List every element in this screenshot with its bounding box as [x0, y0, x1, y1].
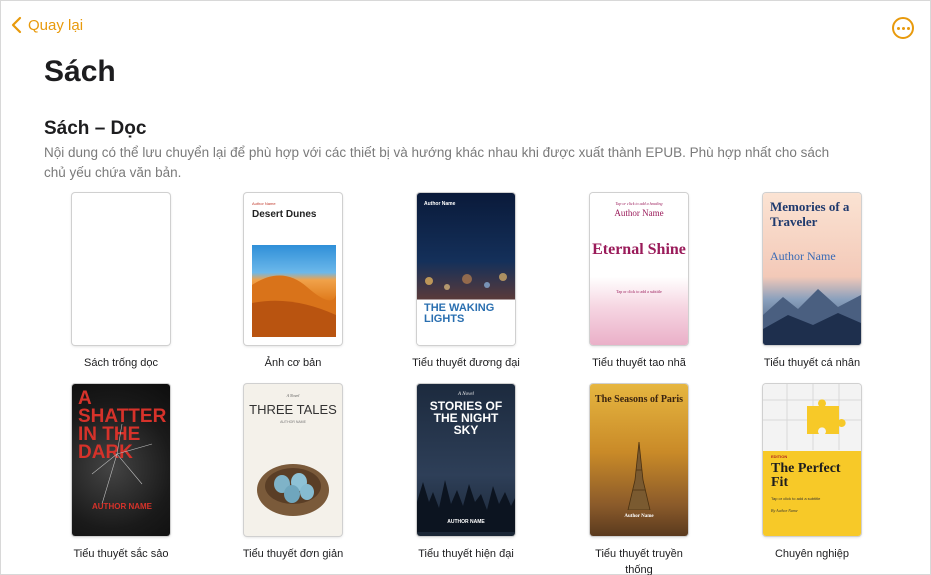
- template-cover: A SHATTER IN THE DARK AUTHOR NAME: [72, 384, 170, 536]
- template-elegant-novel[interactable]: Tap or click to add a heading Author Nam…: [554, 193, 724, 371]
- ellipsis-circle-icon[interactable]: [892, 17, 914, 39]
- template-cover: A Novel THREE TALES AUTHOR NAME: [244, 384, 342, 536]
- template-blank-portrait[interactable]: Sách trống dọc: [36, 193, 206, 371]
- template-professional[interactable]: EDITION The Perfect Fit Tap or click to …: [727, 384, 897, 562]
- page-title: Sách: [44, 55, 116, 88]
- template-cover: Author Name THE WAKING LIGHTS: [417, 193, 515, 345]
- template-traditional-novel[interactable]: The Seasons of Paris Author Name Tiểu th…: [554, 384, 724, 575]
- template-cover: Memories of a Traveler Author Name: [763, 193, 861, 345]
- top-bar: Quay lại: [1, 1, 931, 51]
- template-personal-novel[interactable]: Memories of a Traveler Author Name Tiểu …: [727, 193, 897, 371]
- desert-photo: [252, 245, 336, 337]
- back-label: Quay lại: [28, 16, 84, 34]
- template-label: Tiểu thuyết tao nhã: [592, 357, 686, 369]
- template-cover: EDITION The Perfect Fit Tap or click to …: [763, 384, 861, 536]
- template-basic-photo[interactable]: Author Name Desert Dunes Ảnh cơ bản: [208, 193, 378, 371]
- template-cover: [72, 193, 170, 345]
- template-edgy-novel[interactable]: A SHATTER IN THE DARK AUTHOR NAME Tiểu t…: [36, 384, 206, 562]
- template-simple-novel[interactable]: A Novel THREE TALES AUTHOR NAME Tiểu thu…: [208, 384, 378, 562]
- template-label: Tiểu thuyết đơn giản: [242, 548, 344, 560]
- template-cover: Tap or click to add a heading Author Nam…: [590, 193, 688, 345]
- template-label: Sách trống dọc: [84, 357, 158, 369]
- template-label: Tiểu thuyết hiện đại: [418, 548, 514, 560]
- section-description: Nội dung có thể lưu chuyển lại để phù hợ…: [44, 145, 830, 180]
- section-title: Sách – Dọc: [44, 118, 147, 139]
- template-label: Tiểu thuyết đương đại: [412, 357, 520, 369]
- template-label: Ảnh cơ bản: [264, 357, 322, 369]
- template-label: Tiểu thuyết sắc sảo: [73, 548, 169, 560]
- template-cover: Author Name Desert Dunes: [244, 193, 342, 345]
- template-contemporary-novel[interactable]: Author Name THE WAKING LIGHTS Tiểu thuyế…: [381, 193, 551, 371]
- template-label: Chuyên nghiệp: [774, 548, 849, 560]
- template-modern-novel[interactable]: A Novel STORIES OF THE NIGHT SKY AUTHOR …: [381, 384, 551, 562]
- template-label: Tiểu thuyết truyền thống: [595, 548, 683, 575]
- template-cover: The Seasons of Paris Author Name: [590, 384, 688, 536]
- chevron-left-icon: [11, 16, 22, 34]
- back-button[interactable]: Quay lại: [11, 16, 83, 34]
- template-cover: A Novel STORIES OF THE NIGHT SKY AUTHOR …: [417, 384, 515, 536]
- template-label: Tiểu thuyết cá nhân: [763, 357, 861, 369]
